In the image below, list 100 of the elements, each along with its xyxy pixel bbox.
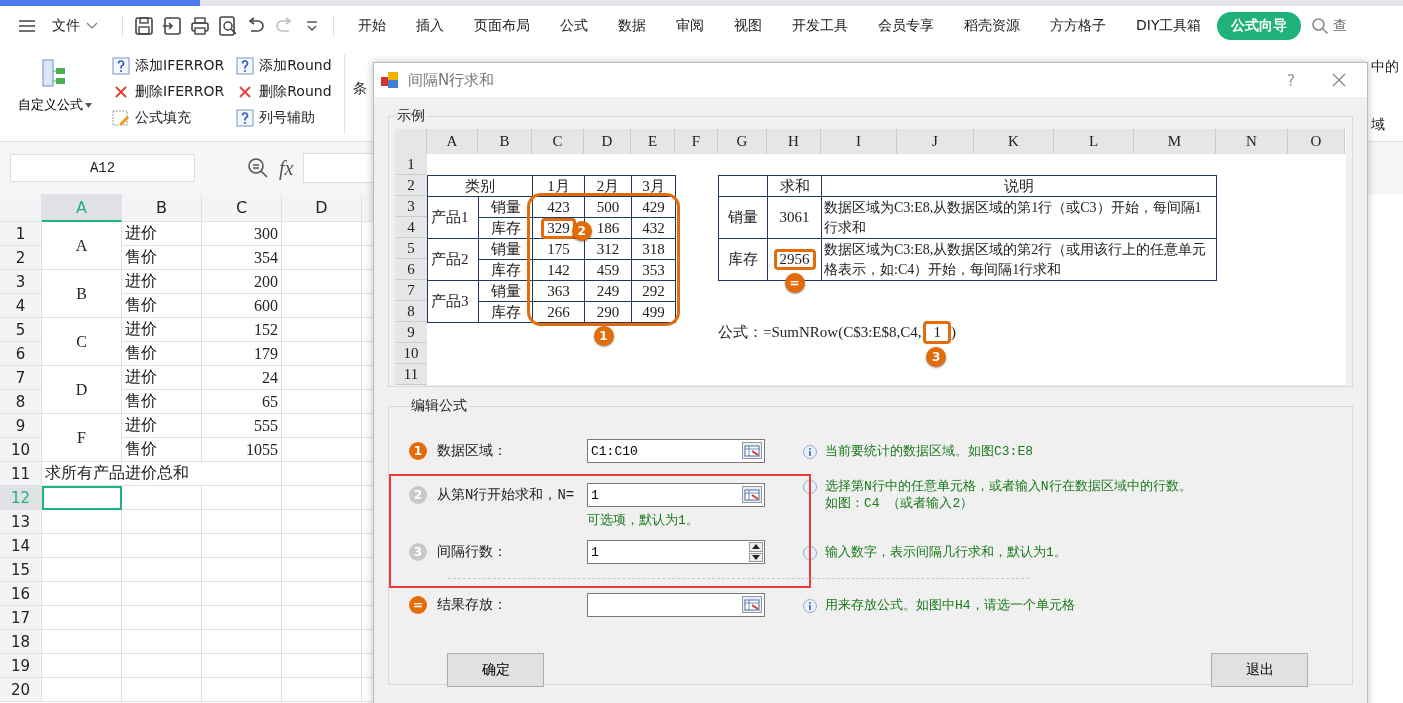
row-header[interactable]: 9: [0, 414, 42, 438]
grid-cell[interactable]: [42, 558, 122, 582]
row-header[interactable]: 8: [0, 390, 42, 414]
grid-cell[interactable]: [122, 558, 202, 582]
menu-tab[interactable]: 会员专享: [864, 12, 948, 40]
save-icon[interactable]: [133, 15, 155, 37]
range-picker-button[interactable]: [742, 486, 762, 503]
ribbon-button[interactable]: 添加IFERROR: [110, 54, 227, 78]
row-header[interactable]: 20: [0, 678, 42, 702]
ribbon-button[interactable]: 公式填充: [110, 106, 227, 130]
grid-cell[interactable]: [122, 606, 202, 630]
row-header[interactable]: 3: [0, 270, 42, 294]
grid-cell[interactable]: [42, 510, 122, 534]
grid-cell[interactable]: [282, 294, 362, 318]
menu-tab[interactable]: 插入: [402, 12, 458, 40]
row-header[interactable]: 2: [0, 246, 42, 270]
ribbon-button[interactable]: 删除IFERROR: [110, 80, 227, 104]
dialog-button[interactable]: 确定: [447, 653, 544, 687]
export-icon[interactable]: [161, 15, 183, 37]
row-header[interactable]: 6: [0, 342, 42, 366]
grid-cell[interactable]: [282, 654, 362, 678]
menu-tab[interactable]: 页面布局: [460, 12, 544, 40]
grid-cell[interactable]: [202, 582, 282, 606]
column-header[interactable]: D: [282, 194, 362, 222]
grid-cell[interactable]: [282, 342, 362, 366]
grid-cell[interactable]: [282, 678, 362, 702]
grid-cell[interactable]: [202, 630, 282, 654]
row-header[interactable]: 7: [0, 366, 42, 390]
grid-cell[interactable]: [282, 606, 362, 630]
grid-cell[interactable]: [202, 678, 282, 702]
function-label[interactable]: fx: [279, 156, 294, 180]
spin-up-button[interactable]: [749, 542, 763, 552]
row-header[interactable]: 10: [0, 438, 42, 462]
grid-cell[interactable]: [42, 582, 122, 606]
range-picker-button[interactable]: [742, 596, 762, 613]
search-icon[interactable]: [1311, 17, 1330, 35]
grid-cell[interactable]: [282, 318, 362, 342]
custom-formula-button[interactable]: 自定义公式: [0, 54, 110, 118]
menu-tab[interactable]: DIY工具箱: [1122, 12, 1216, 40]
menu-tab[interactable]: 开始: [344, 12, 400, 40]
name-box[interactable]: A12: [10, 154, 195, 182]
grid-cell[interactable]: [282, 630, 362, 654]
grid-cell[interactable]: [202, 606, 282, 630]
menu-tab[interactable]: 数据: [604, 12, 660, 40]
input-field[interactable]: [587, 593, 765, 617]
ribbon-button[interactable]: 添加Round: [234, 54, 334, 78]
range-picker-button[interactable]: [742, 442, 762, 459]
grid-cell[interactable]: [282, 558, 362, 582]
row-header[interactable]: 4: [0, 294, 42, 318]
row-header[interactable]: 1: [0, 222, 42, 246]
grid-cell[interactable]: [282, 534, 362, 558]
column-header[interactable]: B: [122, 194, 202, 222]
menu-tab[interactable]: 视图: [720, 12, 776, 40]
grid-cell[interactable]: [282, 366, 362, 390]
grid-cell[interactable]: [282, 414, 362, 438]
grid-cell[interactable]: [202, 654, 282, 678]
grid-cell[interactable]: [202, 486, 282, 510]
grid-cell[interactable]: [282, 510, 362, 534]
menu-tab[interactable]: 审阅: [662, 12, 718, 40]
grid-cell[interactable]: [282, 246, 362, 270]
grid-cell[interactable]: [282, 486, 362, 510]
grid-cell[interactable]: [282, 222, 362, 246]
print-icon[interactable]: [189, 15, 211, 37]
input-field[interactable]: C1:C10: [587, 439, 765, 463]
select-all-corner[interactable]: [0, 194, 42, 222]
menu-tab[interactable]: 公式: [546, 12, 602, 40]
grid-cell[interactable]: [122, 582, 202, 606]
row-header[interactable]: 15: [0, 558, 42, 582]
grid-cell[interactable]: [282, 438, 362, 462]
menu-tab[interactable]: 稻壳资源: [950, 12, 1034, 40]
dialog-button[interactable]: 退出: [1211, 653, 1308, 687]
column-header[interactable]: C: [202, 194, 282, 222]
row-header[interactable]: 18: [0, 630, 42, 654]
grid-cell[interactable]: [42, 678, 122, 702]
preview-icon[interactable]: [217, 15, 239, 37]
file-menu[interactable]: 文件: [38, 12, 112, 40]
grid-cell[interactable]: [122, 630, 202, 654]
input-field[interactable]: 1: [587, 540, 765, 564]
menu-tab[interactable]: 开发工具: [778, 12, 862, 40]
search-label[interactable]: 查: [1333, 17, 1348, 35]
grid-cell[interactable]: [202, 534, 282, 558]
grid-cell[interactable]: [122, 678, 202, 702]
spin-down-button[interactable]: [749, 552, 763, 562]
zoom-icon[interactable]: [247, 157, 269, 179]
grid-cell[interactable]: [282, 390, 362, 414]
row-header[interactable]: 14: [0, 534, 42, 558]
grid-cell[interactable]: [122, 654, 202, 678]
grid-cell[interactable]: [42, 630, 122, 654]
grid-cell[interactable]: [42, 606, 122, 630]
row-header[interactable]: 5: [0, 318, 42, 342]
grid-cell[interactable]: [202, 558, 282, 582]
row-header[interactable]: 13: [0, 510, 42, 534]
input-field[interactable]: 1: [587, 483, 765, 507]
active-cell[interactable]: [42, 486, 122, 510]
grid-cell[interactable]: [282, 270, 362, 294]
grid-cell[interactable]: [122, 486, 202, 510]
grid-cell[interactable]: [282, 582, 362, 606]
row-header[interactable]: 19: [0, 654, 42, 678]
ribbon-button[interactable]: 列号辅助: [234, 106, 334, 130]
grid-cell[interactable]: [122, 510, 202, 534]
